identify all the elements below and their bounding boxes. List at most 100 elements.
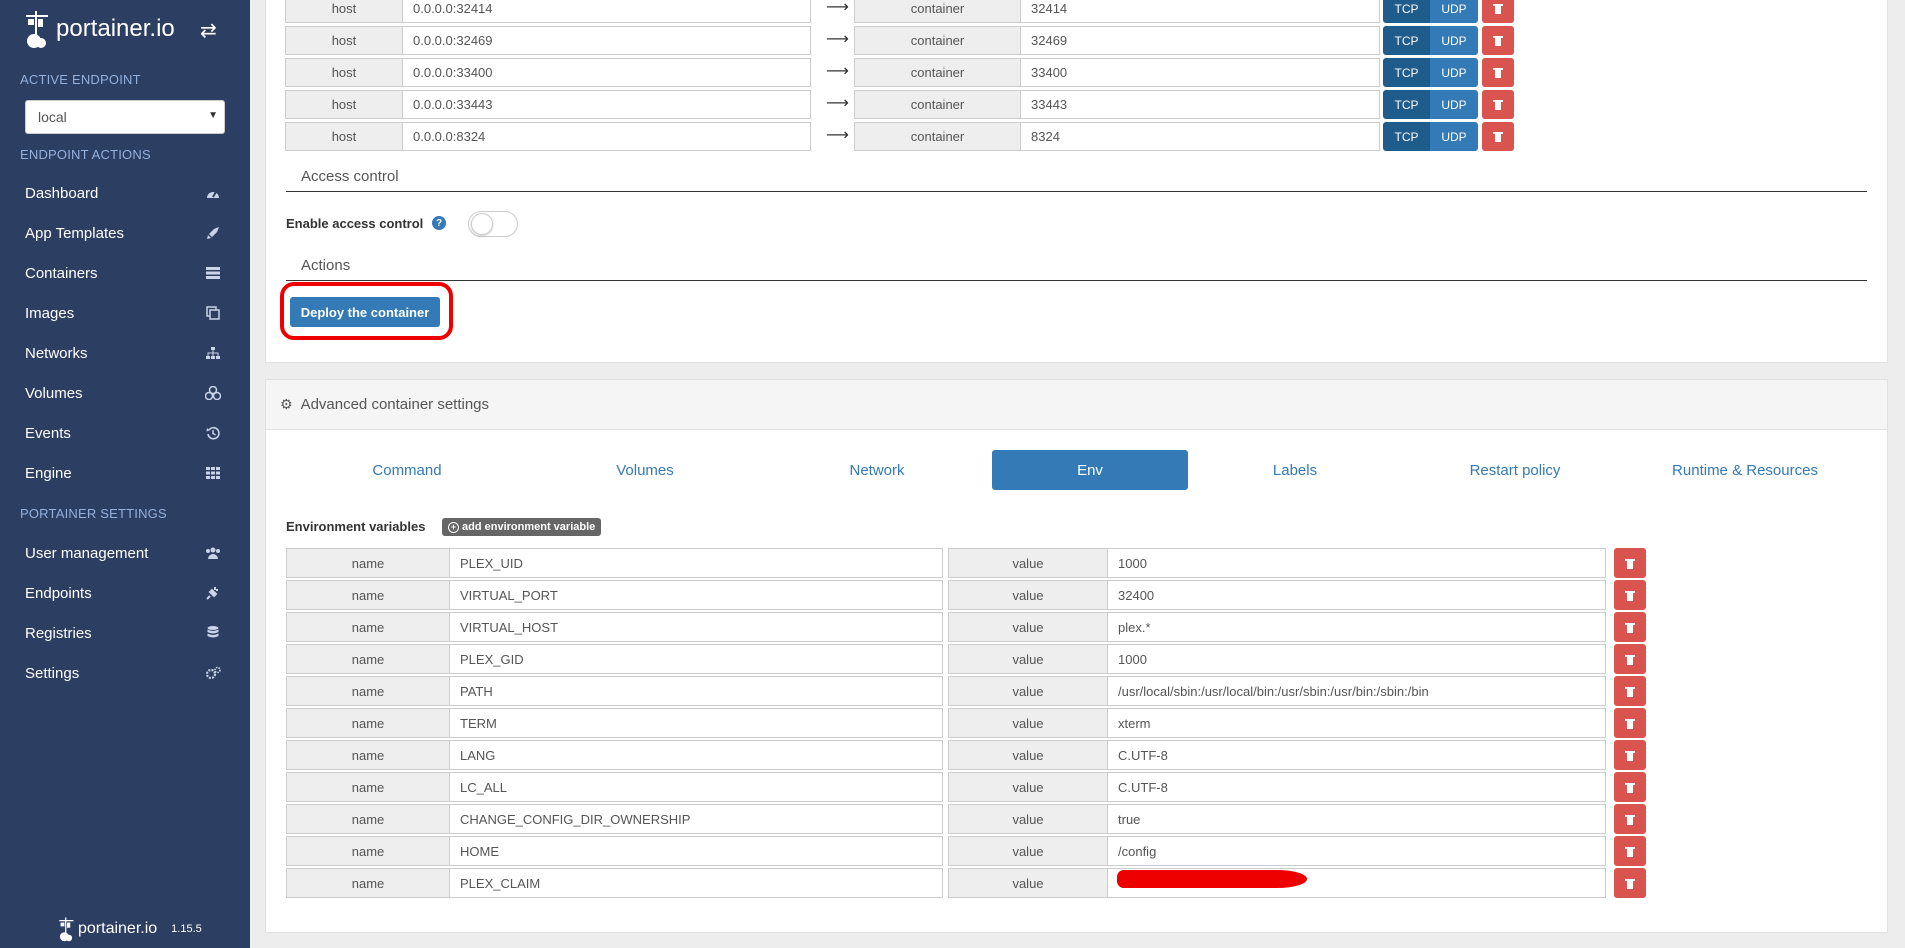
env-name-input[interactable]: PATH [449,676,943,706]
udp-button[interactable]: UDP [1430,90,1478,119]
env-name-input[interactable]: LANG [449,740,943,770]
trash-icon [1625,558,1635,569]
trash-icon [1493,35,1503,46]
tcp-button[interactable]: TCP [1383,0,1430,23]
swap-endpoint-icon[interactable]: ⇄ [200,18,217,43]
remove-env-button[interactable] [1614,548,1646,578]
host-port-input[interactable]: 0.0.0.0:32414 [402,0,811,23]
sidebar-item-events[interactable]: Events [0,415,250,451]
trash-icon [1625,622,1635,633]
remove-port-button[interactable] [1482,0,1514,23]
udp-button[interactable]: UDP [1430,58,1478,87]
sidebar-item-app-templates[interactable]: App Templates [0,215,250,251]
env-name-input[interactable]: VIRTUAL_PORT [449,580,943,610]
env-name-input[interactable]: PLEX_UID [449,548,943,578]
remove-env-button[interactable] [1614,772,1646,802]
host-port-input[interactable]: 0.0.0.0:32469 [402,26,811,55]
udp-button[interactable]: UDP [1430,0,1478,23]
enable-access-control-label: Enable access control [286,216,424,231]
sidebar-item-engine[interactable]: Engine [0,455,250,491]
remove-env-button[interactable] [1614,708,1646,738]
env-value-input[interactable]: /config [1107,836,1606,866]
sidebar-item-registries[interactable]: Registries [0,615,250,651]
env-name-input[interactable]: PLEX_CLAIM [449,868,943,898]
sidebar-item-label: App Templates [25,224,124,242]
sidebar-item-settings[interactable]: Settings [0,655,250,691]
plug-icon [205,585,221,601]
env-value-input[interactable]: C.UTF-8 [1107,740,1606,770]
remove-env-button[interactable] [1614,836,1646,866]
remove-env-button[interactable] [1614,580,1646,610]
trash-icon [1625,814,1635,825]
sidebar-item-images[interactable]: Images [0,295,250,331]
env-name-input[interactable]: PLEX_GID [449,644,943,674]
remove-port-button[interactable] [1482,122,1514,151]
container-port-input[interactable]: 8324 [1020,122,1380,151]
trash-icon [1493,99,1503,110]
env-name-input[interactable]: HOME [449,836,943,866]
trash-icon [1493,131,1503,142]
remove-env-button[interactable] [1614,868,1646,898]
remove-port-button[interactable] [1482,90,1514,119]
tab-env[interactable]: Env [992,450,1188,490]
endpoint-select[interactable]: local ▼ [25,100,225,134]
container-port-input[interactable]: 33400 [1020,58,1380,87]
sidebar-item-containers[interactable]: Containers [0,255,250,291]
question-circle-icon[interactable]: ? [432,216,446,230]
host-port-input[interactable]: 0.0.0.0:33400 [402,58,811,87]
tab-runtime-resources[interactable]: Runtime & Resources [1650,450,1840,490]
sidebar-item-label: Dashboard [25,184,99,202]
env-value-input[interactable]: 1000 [1107,548,1606,578]
tcp-button[interactable]: TCP [1383,26,1430,55]
remove-env-button[interactable] [1614,644,1646,674]
container-port-input[interactable]: 33443 [1020,90,1380,119]
tcp-button[interactable]: TCP [1383,90,1430,119]
sidebar-item-volumes[interactable]: Volumes [0,375,250,411]
remove-env-button[interactable] [1614,612,1646,642]
value-addon: value [948,836,1108,866]
container-port-input[interactable]: 32469 [1020,26,1380,55]
container-port-input[interactable]: 32414 [1020,0,1380,23]
value-addon: value [948,612,1108,642]
udp-button[interactable]: UDP [1430,26,1478,55]
sidebar-item-dashboard[interactable]: Dashboard [0,175,250,211]
udp-button[interactable]: UDP [1430,122,1478,151]
env-value-input[interactable]: /usr/local/sbin:/usr/local/bin:/usr/sbin… [1107,676,1606,706]
value-addon: value [948,804,1108,834]
env-name-input[interactable]: VIRTUAL_HOST [449,612,943,642]
host-port-input[interactable]: 0.0.0.0:33443 [402,90,811,119]
env-value-input[interactable]: 32400 [1107,580,1606,610]
remove-env-button[interactable] [1614,676,1646,706]
env-name-input[interactable]: CHANGE_CONFIG_DIR_OWNERSHIP [449,804,943,834]
portainer-logo[interactable]: portainer.io [24,6,175,52]
remove-port-button[interactable] [1482,58,1514,87]
remove-port-button[interactable] [1482,26,1514,55]
tab-volumes[interactable]: Volumes [550,450,740,490]
tcp-button[interactable]: TCP [1383,122,1430,151]
advanced-settings-header: ⚙ Advanced container settings [266,380,1887,430]
env-value-input[interactable]: C.UTF-8 [1107,772,1606,802]
value-addon: value [948,708,1108,738]
sidebar-item-label: Networks [25,344,88,362]
tcp-button[interactable]: TCP [1383,58,1430,87]
remove-env-button[interactable] [1614,804,1646,834]
env-name-input[interactable]: TERM [449,708,943,738]
tab-restart-policy[interactable]: Restart policy [1420,450,1610,490]
tab-labels[interactable]: Labels [1200,450,1390,490]
host-port-input[interactable]: 0.0.0.0:8324 [402,122,811,151]
sidebar-item-networks[interactable]: Networks [0,335,250,371]
tab-network[interactable]: Network [782,450,972,490]
access-control-toggle[interactable] [468,211,518,237]
env-value-input[interactable]: xterm [1107,708,1606,738]
add-environment-variable-button[interactable]: + add environment variable [442,518,602,536]
arrow-right-icon: ⟶ [826,31,849,48]
sidebar-item-endpoints[interactable]: Endpoints [0,575,250,611]
env-value-input[interactable]: plex.* [1107,612,1606,642]
tab-command[interactable]: Command [312,450,502,490]
env-value-input[interactable]: true [1107,804,1606,834]
remove-env-button[interactable] [1614,740,1646,770]
env-name-input[interactable]: LC_ALL [449,772,943,802]
env-value-input[interactable]: 1000 [1107,644,1606,674]
sidebar-item-user-management[interactable]: User management [0,535,250,571]
sidebar: portainer.io ⇄ ACTIVE ENDPOINT local ▼ E… [0,0,250,948]
